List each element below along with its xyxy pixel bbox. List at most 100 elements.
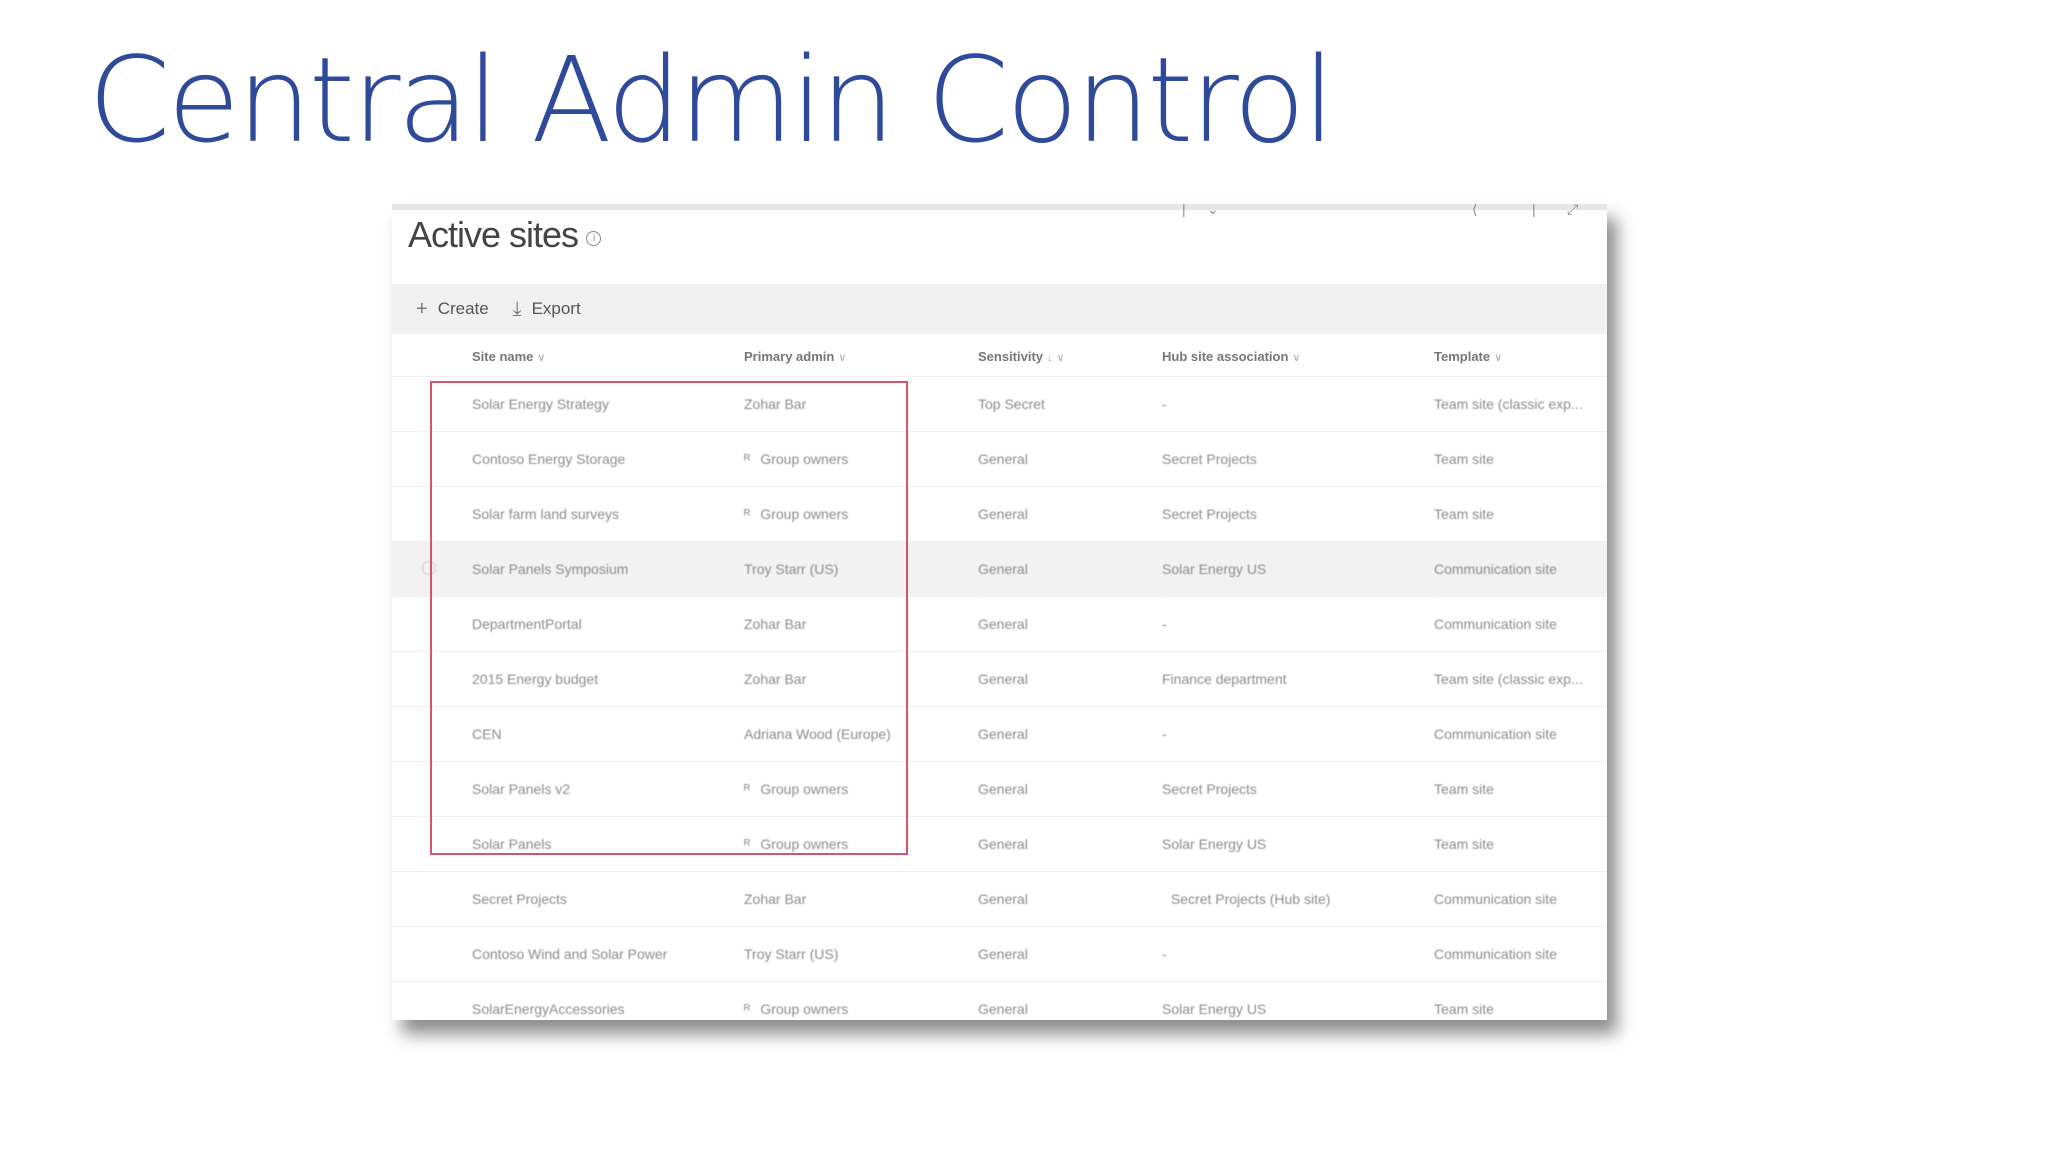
site-name-cell[interactable]: Contoso Energy Storage	[472, 431, 744, 487]
hub-site-cell: -	[1162, 926, 1434, 982]
group-icon: ᴿ	[744, 781, 751, 797]
table-row[interactable]: Solar Energy Strategy Zohar Bar Top Secret…	[392, 376, 1607, 432]
table-row[interactable]: Secret Projects Zohar Bar General ▲Secret P…	[392, 871, 1607, 927]
create-button[interactable]: + Create	[416, 299, 489, 319]
hub-site-cell: Secret Projects	[1162, 761, 1434, 817]
table-row[interactable]: CEN Adriana Wood (Europe) General - Communic…	[392, 706, 1607, 762]
sensitivity-cell: General	[978, 486, 1162, 542]
template-cell: Communication site	[1434, 541, 1607, 597]
primary-admin-cell: ᴿ Group owners	[744, 761, 978, 817]
table-row[interactable]: Solar Panels ᴿ Group owners General Solar En…	[392, 816, 1607, 872]
site-name-cell-text: Secret Projects	[472, 891, 567, 907]
row-select-cell[interactable]	[392, 486, 472, 542]
site-name-cell-text: Solar Panels	[472, 836, 552, 852]
info-icon[interactable]: i	[586, 230, 602, 246]
template-cell-text: Communication site	[1434, 616, 1557, 632]
primary-admin-cell: Zohar Bar	[744, 871, 978, 927]
site-name-cell[interactable]: DepartmentPortal	[472, 596, 744, 652]
row-select-cell[interactable]	[392, 431, 472, 487]
table-row[interactable]: 2015 Energy budget Zohar Bar General Financ…	[392, 651, 1607, 707]
panel-title: Active sites i	[408, 214, 602, 256]
row-select-cell[interactable]	[392, 871, 472, 927]
table-row[interactable]: Solar farm land surveys ᴿ Group owners Gene…	[392, 486, 1607, 542]
table-row[interactable]: Contoso Energy Storage ᴿ Group owners Gener…	[392, 431, 1607, 487]
column-header-sensitivity[interactable]: Sensitivity ↓ ∨	[978, 336, 1162, 377]
row-select-cell[interactable]	[392, 596, 472, 652]
sensitivity-cell: General	[978, 706, 1162, 762]
row-select-cell[interactable]	[392, 816, 472, 872]
site-name-cell[interactable]: 2015 Energy budget	[472, 651, 744, 707]
row-select-cell[interactable]	[392, 706, 472, 762]
site-name-cell-text: SolarEnergyAccessories	[472, 1001, 625, 1017]
row-select-cell[interactable]	[392, 761, 472, 817]
sensitivity-cell-text: General	[978, 946, 1028, 962]
chevron-down-icon: ∨	[838, 351, 847, 364]
template-cell: Team site (classic exp...	[1434, 651, 1607, 707]
site-name-cell[interactable]: CEN	[472, 706, 744, 762]
template-cell-text: Communication site	[1434, 726, 1557, 742]
primary-admin-text: Troy Starr (US)	[744, 561, 839, 577]
primary-admin-cell: Adriana Wood (Europe)	[744, 706, 978, 762]
column-header-template[interactable]: Template ∨	[1434, 336, 1607, 377]
hub-site-cell: Solar Energy US	[1162, 816, 1434, 872]
sensitivity-cell-text: General	[978, 616, 1028, 632]
site-name-cell[interactable]: Solar Panels Symposium	[472, 541, 744, 597]
site-name-cell[interactable]: Solar Panels v2	[472, 761, 744, 817]
site-name-cell[interactable]: Contoso Wind and Solar Power	[472, 926, 744, 982]
sensitivity-cell-text: General	[978, 561, 1028, 577]
column-header-primary-admin[interactable]: Primary admin ∨	[744, 336, 978, 377]
site-name-cell-text: Solar Panels v2	[472, 781, 571, 797]
site-name-cell[interactable]: Solar Energy Strategy	[472, 376, 744, 432]
chevron-icon: ⌄	[1207, 204, 1219, 217]
primary-admin-cell: Zohar Bar	[744, 651, 978, 707]
template-cell: Communication site	[1434, 871, 1607, 927]
chevron-down-icon: ∨	[537, 351, 546, 364]
table-row[interactable]: DepartmentPortal Zohar Bar General - Communi…	[392, 596, 1607, 652]
site-name-cell[interactable]: Secret Projects	[472, 871, 744, 927]
site-name-cell[interactable]: Solar farm land surveys	[472, 486, 744, 542]
template-cell: Team site	[1434, 486, 1607, 542]
hub-site-cell: ▲Secret Projects (Hub site)	[1162, 871, 1434, 927]
site-name-cell-text: Solar farm land surveys	[472, 506, 620, 522]
primary-admin-text: Group owners	[760, 1001, 849, 1017]
table-row[interactable]: Solar Panels Symposium Troy Starr (US) Gen…	[392, 541, 1607, 597]
table-row[interactable]: Contoso Wind and Solar Power Troy Starr (…	[392, 926, 1607, 982]
hub-site-cell-text: Secret Projects	[1162, 451, 1257, 467]
site-name-cell-text: CEN	[472, 726, 502, 742]
sensitivity-cell-text: Top Secret	[978, 396, 1045, 412]
column-header-site-name[interactable]: Site name ∨	[472, 336, 744, 377]
column-header-label: Template	[1434, 348, 1491, 364]
hub-site-cell: Secret Projects	[1162, 486, 1434, 542]
column-header-hub-site[interactable]: Hub site association ∨	[1162, 336, 1434, 377]
primary-admin-cell: Troy Starr (US)	[744, 541, 978, 597]
command-bar: + Create ⤓ Export	[392, 284, 1607, 334]
row-select-cell[interactable]	[392, 981, 472, 1020]
sensitivity-cell: General	[978, 981, 1162, 1020]
hub-site-cell-text: -	[1162, 396, 1167, 412]
sensitivity-cell-text: General	[978, 451, 1028, 467]
sensitivity-cell-text: General	[978, 671, 1028, 687]
row-select-cell[interactable]	[392, 651, 472, 707]
row-select-cell[interactable]	[392, 541, 472, 597]
row-select-cell[interactable]	[392, 376, 472, 432]
primary-admin-text: Group owners	[760, 781, 849, 797]
hub-site-cell-text: Solar Energy US	[1162, 561, 1267, 577]
chevron-left-icon[interactable]: ⟨	[1472, 204, 1477, 216]
top-bar	[392, 204, 1607, 210]
chevron-down-icon: ∨	[1494, 351, 1503, 364]
chevron-down-icon: ∨	[1056, 351, 1065, 364]
template-cell-text: Communication site	[1434, 561, 1557, 577]
export-button[interactable]: ⤓ Export	[513, 299, 581, 319]
hub-site-cell-text: -	[1162, 726, 1167, 742]
site-name-cell[interactable]: Solar Panels	[472, 816, 744, 872]
primary-admin-cell: ᴿ Group owners	[744, 816, 978, 872]
row-select-radio[interactable]	[422, 560, 436, 575]
template-cell: Team site	[1434, 981, 1607, 1020]
sensitivity-cell: General	[978, 761, 1162, 817]
primary-admin-text: Zohar Bar	[744, 671, 807, 687]
table-row[interactable]: Solar Panels v2 ᴿ Group owners General Secre…	[392, 761, 1607, 817]
row-select-cell[interactable]	[392, 926, 472, 982]
site-name-cell[interactable]: SolarEnergyAccessories	[472, 981, 744, 1020]
table-row[interactable]: SolarEnergyAccessories ᴿ Group owners Gener…	[392, 981, 1607, 1020]
expand-icon[interactable]: ⤢	[1567, 204, 1578, 216]
